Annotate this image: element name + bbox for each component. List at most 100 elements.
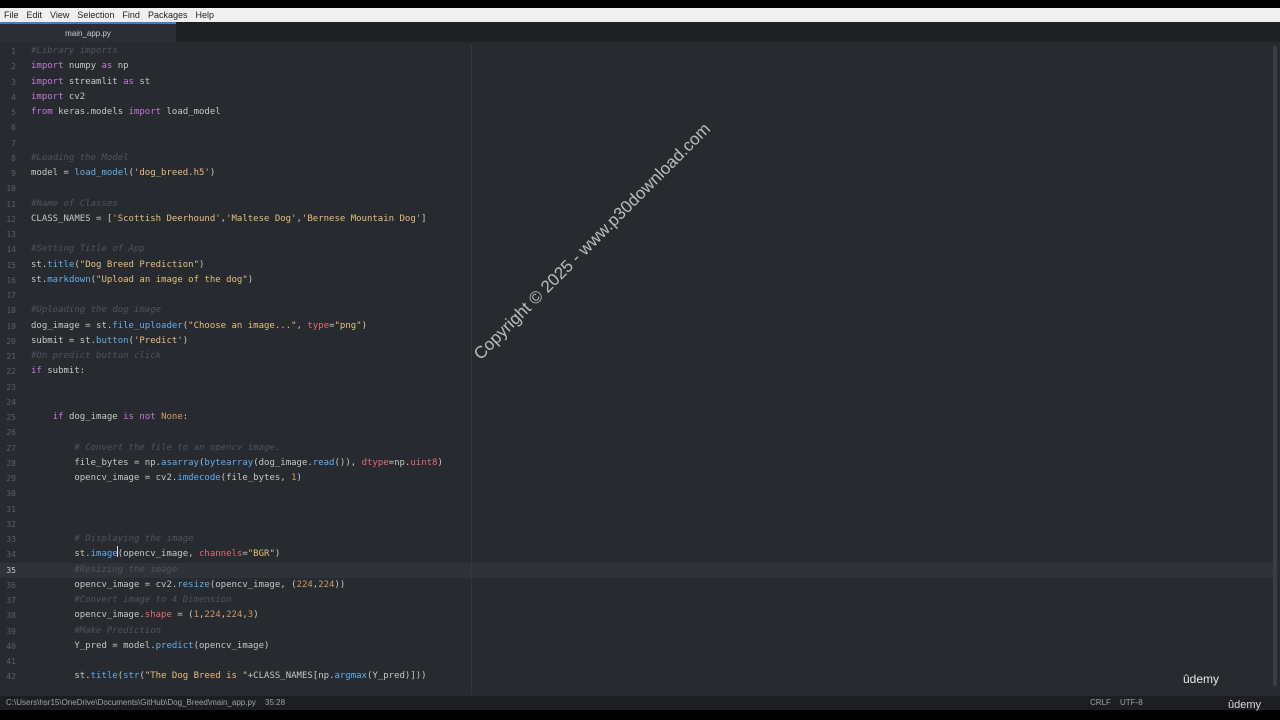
line-number: 42 <box>6 672 16 682</box>
code-line[interactable]: 6 <box>0 120 1274 135</box>
code-line[interactable]: 2 import numpy as np <box>0 59 1274 74</box>
code-text: st.title(str("The Dog Breed is "+CLASS_N… <box>31 669 426 684</box>
code-line[interactable]: 12 CLASS_NAMES = ['Scottish Deerhound','M… <box>0 212 1274 227</box>
code-line[interactable]: 9 model = load_model('dog_breed.h5') <box>0 166 1274 181</box>
code-token: "BGR" <box>247 549 275 560</box>
code-token: (opencv_image, <box>117 549 199 560</box>
code-token: #On predict button click <box>31 351 162 361</box>
code-line[interactable]: 22 if submit: <box>0 364 1274 379</box>
code-line[interactable]: 32 <box>0 517 1274 532</box>
code-line[interactable]: 5 from keras.models import load_model <box>0 105 1274 120</box>
code-line[interactable]: 16 st.markdown("Upload an image of the do… <box>0 273 1274 288</box>
code-token: (dog_image. <box>253 457 313 468</box>
code-token: #Resizing the image <box>74 564 178 575</box>
code-token: (opencv_image) <box>193 640 270 651</box>
menu-file[interactable]: File <box>0 8 23 22</box>
code-line[interactable]: 1 #Library imports <box>0 44 1274 59</box>
code-token: # Displaying the image <box>74 534 194 544</box>
status-cursor-position[interactable]: 35:28 <box>265 696 285 710</box>
code-line[interactable]: 27 # Convert the file to an opencv image… <box>0 441 1274 456</box>
code-text: import cv2 <box>31 90 85 105</box>
code-token: ) <box>274 549 281 560</box>
line-number: 28 <box>6 458 16 468</box>
code-text: CLASS_NAMES = ['Scottish Deerhound','Mal… <box>31 212 427 227</box>
code-token: title <box>90 671 118 682</box>
menu-packages[interactable]: Packages <box>144 8 192 22</box>
code-line[interactable]: 18 #Uploading the dog image <box>0 303 1274 318</box>
code-token: cv2 <box>63 91 86 102</box>
code-token: st <box>133 76 151 87</box>
code-token: ) <box>253 610 259 621</box>
code-line[interactable]: 24 <box>0 395 1274 410</box>
code-line[interactable]: 4 import cv2 <box>0 90 1274 105</box>
code-token: submit: <box>41 366 86 377</box>
code-line[interactable]: 19 dog_image = st.file_uploader("Choose a… <box>0 319 1274 334</box>
line-number: 4 <box>11 92 16 102</box>
code-token: "Choose an image..." <box>188 320 297 331</box>
code-token: from <box>31 107 53 117</box>
code-line[interactable]: 15 st.title("Dog Breed Prediction") <box>0 258 1274 273</box>
code-token: dtype <box>361 457 389 468</box>
code-line[interactable]: 13 <box>0 227 1274 242</box>
status-encoding[interactable]: UTF-8 <box>1120 696 1143 710</box>
menu-help[interactable]: Help <box>191 8 218 22</box>
code-line[interactable]: 31 <box>0 502 1274 517</box>
code-text: # Displaying the image <box>31 532 194 547</box>
code-line[interactable]: 39 #Make Prediction <box>0 624 1274 639</box>
code-token: button <box>96 335 129 346</box>
code-token: #Convert image to 4 Dimension <box>74 595 232 605</box>
status-line-ending[interactable]: CRLF <box>1090 696 1111 710</box>
bottom-letterbox <box>0 710 1280 720</box>
code-line[interactable]: 30 <box>0 486 1274 501</box>
code-token: ) <box>182 335 189 346</box>
code-text: #Name of Classes <box>31 197 118 212</box>
code-line[interactable]: 35 #Resizing the image <box>0 562 1274 578</box>
code-line[interactable]: 28 file_bytes = np.asarray(bytearray(dog… <box>0 456 1274 471</box>
code-text: #Convert image to 4 Dimension <box>31 593 232 608</box>
code-line[interactable]: 25 if dog_image is not None: <box>0 410 1274 425</box>
code-token: np <box>112 61 129 72</box>
code-token: ()), <box>334 457 362 468</box>
code-token: +CLASS_NAMES[np. <box>247 671 335 682</box>
line-number: 14 <box>6 245 16 255</box>
code-line[interactable]: 42 st.title(str("The Dog Breed is "+CLAS… <box>0 669 1274 684</box>
menu-find[interactable]: Find <box>118 8 144 22</box>
code-line[interactable]: 36 opencv_image = cv2.resize(opencv_imag… <box>0 578 1274 593</box>
menu-selection[interactable]: Selection <box>73 8 118 22</box>
status-file-path[interactable]: C:\Users\hsr15\OneDrive\Documents\GitHub… <box>6 696 256 710</box>
code-text: import streamlit as st <box>31 75 150 90</box>
code-line[interactable]: 17 <box>0 288 1274 303</box>
line-number: 27 <box>6 443 16 453</box>
code-line[interactable]: 33 # Displaying the image <box>0 532 1274 547</box>
top-letterbox <box>0 0 1280 8</box>
code-area[interactable]: 1 #Library imports 2 import numpy as np 3 imp… <box>0 44 1280 696</box>
code-token: opencv_image. <box>31 610 145 621</box>
menu-view[interactable]: View <box>46 8 73 22</box>
code-line[interactable]: 26 <box>0 425 1274 440</box>
menu-edit[interactable]: Edit <box>23 8 47 22</box>
code-line[interactable]: 8 #Loading the Model <box>0 151 1274 166</box>
code-line[interactable]: 34 st.image(opencv_image, channels="BGR"… <box>0 547 1274 562</box>
code-line[interactable]: 38 opencv_image.shape = (1,224,224,3) <box>0 608 1274 623</box>
line-number: 31 <box>6 504 16 514</box>
code-text: dog_image = st.file_uploader("Choose an … <box>31 319 367 334</box>
code-line[interactable]: 3 import streamlit as st <box>0 75 1274 90</box>
code-token: dog_image = st. <box>31 320 113 331</box>
code-line[interactable]: 29 opencv_image = cv2.imdecode(file_byte… <box>0 471 1274 486</box>
line-number: 7 <box>11 138 16 148</box>
code-line[interactable]: 21 #On predict button click <box>0 349 1274 364</box>
code-token: import <box>31 91 64 102</box>
tab-main-app-py[interactable]: main_app.py <box>0 22 176 42</box>
code-line[interactable]: 23 <box>0 380 1274 395</box>
code-line[interactable]: 7 <box>0 136 1274 151</box>
code-line[interactable]: 14 #Setting Title of App <box>0 242 1274 257</box>
code-line[interactable]: 41 <box>0 654 1274 669</box>
code-line[interactable]: 40 Y_pred = model.predict(opencv_image) <box>0 639 1274 654</box>
code-token: submit = st. <box>31 335 97 346</box>
vertical-scrollbar[interactable] <box>1273 46 1277 686</box>
code-line[interactable]: 37 #Convert image to 4 Dimension <box>0 593 1274 608</box>
code-line[interactable]: 20 submit = st.button('Predict') <box>0 334 1274 349</box>
